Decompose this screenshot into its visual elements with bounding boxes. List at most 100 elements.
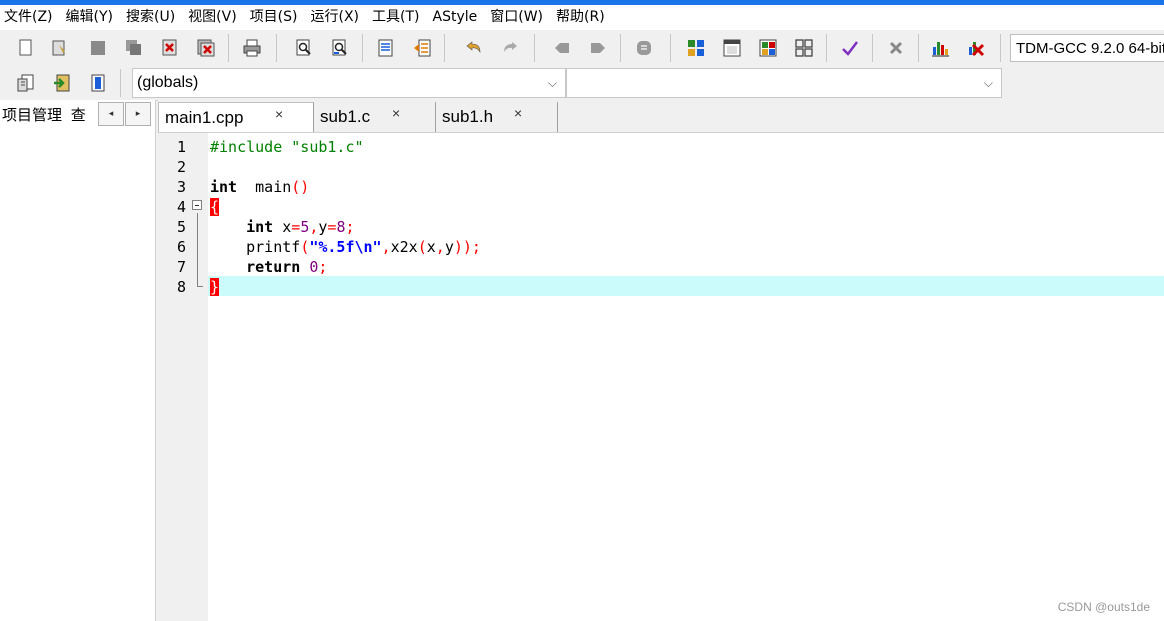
delete-profile-icon[interactable] [966,38,986,58]
line-number: 7 [176,258,186,276]
close-icon[interactable]: × [514,98,522,128]
toggle-view-icon[interactable] [88,73,108,93]
identifier: x [426,238,436,256]
watermark: CSDN @outs1de [1057,600,1150,614]
compiler-select[interactable]: TDM-GCC 9.2.0 64-bit [1010,34,1164,62]
toolbar-separator [1000,34,1001,62]
toolbar-separator [362,34,363,62]
symbol: , [435,238,445,256]
close-icon[interactable]: × [275,99,283,129]
tab-label: sub1.c [320,107,371,126]
menu-edit[interactable]: 编辑(Y) [62,5,122,30]
toolbar-separator [670,34,671,62]
line-number: 4 [176,198,186,216]
current-line-highlight [208,276,1164,296]
tab-label: main1.cpp [165,108,244,127]
redo-icon[interactable] [500,38,520,58]
tab-search-label[interactable]: 查 [71,106,86,124]
unindent-icon[interactable] [412,38,432,58]
code-line-8: } [210,278,220,296]
menu-search[interactable]: 搜索(U) [122,5,184,30]
bookmark-next-icon[interactable] [588,38,608,58]
menu-window[interactable]: 窗口(W) [486,5,552,30]
tab-sub1-h[interactable]: sub1.h × [436,102,558,132]
run-icon[interactable] [722,38,742,58]
insert-icon[interactable] [52,73,72,93]
fold-toggle-icon[interactable] [192,200,202,210]
toolbar-separator [228,34,229,62]
toolbar-separator [534,34,535,62]
code-line-1: #include "sub1.c" [210,138,364,156]
tab-sub1-c[interactable]: sub1.c × [314,102,436,132]
symbol: ; [318,258,328,276]
panel-scroll-left-button[interactable]: ◂ [98,102,124,126]
scope-combo[interactable]: (globals) ⌵ [132,68,566,98]
new-class-icon[interactable] [16,73,36,93]
scope-combo-value: (globals) [137,74,199,91]
code-line-6: printf("%.5f\n",x2x(x,y)); [210,238,481,256]
comment-icon[interactable] [634,38,654,58]
symbol: )); [453,238,481,256]
line-number: 6 [176,238,186,256]
fold-end-marker [197,286,203,287]
number-literal: 5 [300,218,310,236]
symbol: = [291,218,301,236]
bookmark-prev-icon[interactable] [552,38,572,58]
tab-main1-cpp[interactable]: main1.cpp × [158,102,314,132]
identifier: y [444,238,454,256]
code-line-5: int x=5,y=8; [210,218,354,236]
print-icon[interactable] [242,38,262,58]
line-number: 8 [176,278,186,296]
line-number: 5 [176,218,186,236]
toolbar-separator [444,34,445,62]
code-line-7: return 0; [210,258,327,276]
string-literal: "%.5f\n" [309,238,382,256]
close-icon[interactable]: × [392,98,400,128]
menu-help[interactable]: 帮助(R) [552,5,614,30]
find-icon[interactable] [294,38,314,58]
matched-brace: } [210,278,220,296]
symbol-combo[interactable]: ⌵ [566,68,1002,98]
close-file-icon[interactable] [160,38,180,58]
new-file-icon[interactable] [16,38,36,58]
toolbar-separator [620,34,621,62]
symbol: ( [417,238,427,256]
save-icon[interactable] [88,38,108,58]
preprocessor-directive: #include "sub1.c" [210,138,364,156]
menu-file[interactable]: 文件(Z) [0,5,62,30]
menu-view[interactable]: 视图(V) [184,5,246,30]
matched-brace: { [210,198,220,216]
tab-project-manager[interactable]: 项目管理 查 [0,100,100,130]
compile-run-icon[interactable] [758,38,778,58]
undo-icon[interactable] [464,38,484,58]
keyword: return [246,258,301,276]
panel-scroll-right-button[interactable]: ▸ [125,102,151,126]
code-editor[interactable] [160,133,1164,621]
chevron-down-icon[interactable]: ⌵ [548,69,557,97]
compile-icon[interactable] [686,38,706,58]
menu-astyle[interactable]: AStyle [429,5,487,30]
toolbar-separator [826,34,827,62]
symbol: ( [300,238,310,256]
chevron-down-icon[interactable]: ⌵ [984,69,993,97]
main-toolbar [0,30,1164,67]
menu-bar: 文件(Z) 编辑(Y) 搜索(U) 视图(V) 项目(S) 运行(X) 工具(T… [0,5,1164,30]
open-file-icon[interactable] [50,38,70,58]
code-line-4: { [210,198,220,216]
stop-icon[interactable] [886,38,906,58]
replace-icon[interactable] [330,38,350,58]
menu-run[interactable]: 运行(X) [307,5,369,30]
rebuild-all-icon[interactable] [794,38,814,58]
tab-label: sub1.h [442,107,494,126]
save-all-icon[interactable] [124,38,144,58]
identifier: x2x [390,238,418,256]
indent-icon[interactable] [376,38,396,58]
chart-icon[interactable] [930,38,950,58]
identifier: x [273,218,292,236]
syntax-check-icon[interactable] [840,38,860,58]
line-number: 3 [176,178,186,196]
menu-tools[interactable]: 工具(T) [368,5,428,30]
menu-project[interactable]: 项目(S) [246,5,307,30]
close-all-icon[interactable] [196,38,216,58]
symbol: () [291,178,310,196]
